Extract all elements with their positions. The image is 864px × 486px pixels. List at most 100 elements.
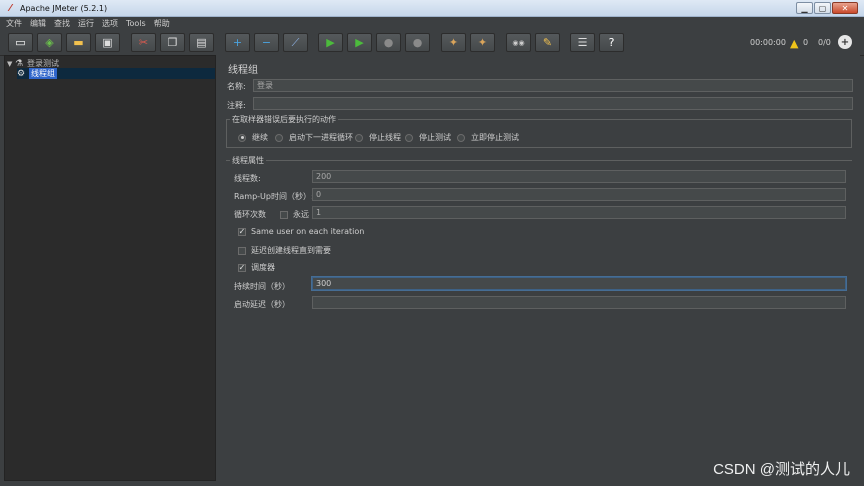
minimize-button[interactable]: ▁ bbox=[796, 2, 813, 14]
radio-stop-thread[interactable]: 停止线程 bbox=[355, 132, 401, 143]
stop-icon: ● bbox=[383, 36, 394, 49]
loop-count-label: 循环次数 bbox=[234, 210, 266, 219]
toolbar: 00:00:00 ▲ 0 0/0 + ▭ ◈ ▬ ▣ ✂ ❐ ▤ + − ⟋ ▶ ▶ ● ● ✦ ✦ ◉◉ ✎ ☰? bbox=[0, 29, 864, 56]
threads-field[interactable]: 200 bbox=[312, 170, 846, 183]
radio-button[interactable] bbox=[355, 133, 363, 142]
new-icon: ▭ bbox=[15, 36, 26, 49]
paste-button[interactable]: ▤ bbox=[189, 33, 214, 52]
templates-icon: ◈ bbox=[45, 36, 54, 49]
search-button[interactable]: ◉◉ bbox=[506, 33, 531, 52]
cut-icon: ✂ bbox=[138, 36, 149, 49]
stop-button[interactable]: ● bbox=[376, 33, 401, 52]
radio-continue[interactable]: 继续 bbox=[238, 132, 268, 143]
test-plan-tree[interactable]: ▼ ⚗ 登录测试 ⚙ 线程组 bbox=[4, 55, 216, 481]
checkbox-box[interactable] bbox=[238, 246, 246, 255]
sampler-error-action-title: 在取样器错误后要执行的动作 bbox=[230, 114, 338, 125]
menu-search[interactable]: 查找 bbox=[54, 18, 70, 29]
collapse-button[interactable]: − bbox=[254, 33, 279, 52]
startup-delay-label: 启动延迟（秒） bbox=[234, 300, 290, 309]
menu-run[interactable]: 运行 bbox=[78, 18, 94, 29]
start-button[interactable]: ▶ bbox=[318, 33, 343, 52]
scheduler-checkbox[interactable]: ✓ 调度器 bbox=[238, 262, 275, 273]
page-title: 线程组 bbox=[228, 65, 258, 76]
delay-thread-creation-checkbox[interactable]: 延迟创建线程直到需要 bbox=[238, 245, 331, 256]
function-helper-icon: ☰ bbox=[577, 36, 588, 49]
templates-button[interactable]: ◈ bbox=[37, 33, 62, 52]
checkbox-label: 永远 bbox=[293, 210, 309, 219]
close-button[interactable]: ✕ bbox=[832, 2, 858, 14]
save-button[interactable]: ▣ bbox=[95, 33, 120, 52]
paste-icon: ▤ bbox=[196, 36, 207, 49]
start-icon: ▶ bbox=[326, 36, 335, 49]
window-title: Apache JMeter (5.2.1) bbox=[20, 3, 108, 13]
reset-search-icon: ✎ bbox=[542, 36, 553, 49]
reset-search-button[interactable]: ✎ bbox=[535, 33, 560, 52]
radio-button[interactable] bbox=[238, 133, 246, 142]
help-button[interactable]: ? bbox=[599, 33, 624, 52]
warning-icon[interactable]: ▲ bbox=[790, 37, 798, 50]
thread-group-panel: 线程组 名称: 登录 注释: 在取样器错误后要执行的动作 继续 启动下一进程循环… bbox=[220, 55, 860, 481]
radio-label: 停止线程 bbox=[369, 133, 401, 142]
name-label: 名称: bbox=[227, 82, 246, 91]
expand-button[interactable]: + bbox=[225, 33, 250, 52]
rampup-field[interactable]: 0 bbox=[312, 188, 846, 201]
duration-field[interactable]: 300 bbox=[312, 277, 846, 290]
radio-button[interactable] bbox=[275, 133, 283, 142]
comment-label: 注释: bbox=[227, 101, 246, 110]
copy-button[interactable]: ❐ bbox=[160, 33, 185, 52]
function-helper-button[interactable]: ☰ bbox=[570, 33, 595, 52]
checkbox-box[interactable] bbox=[280, 210, 288, 219]
window-controls: ▁ ▢ ✕ bbox=[795, 2, 858, 14]
collapse-icon: − bbox=[261, 36, 272, 49]
radio-label: 立即停止测试 bbox=[471, 133, 519, 142]
start-no-pauses-button[interactable]: ▶ bbox=[347, 33, 372, 52]
clear-all-button[interactable]: ✦ bbox=[470, 33, 495, 52]
menu-tools[interactable]: Tools bbox=[126, 19, 146, 28]
comment-field[interactable] bbox=[253, 97, 853, 110]
maximize-button[interactable]: ▢ bbox=[814, 2, 831, 14]
name-field[interactable]: 登录 bbox=[253, 79, 853, 92]
checkmark-icon[interactable]: ✓ bbox=[238, 227, 246, 236]
shutdown-button[interactable]: ● bbox=[405, 33, 430, 52]
toggle-icon: ⟋ bbox=[291, 35, 300, 49]
checkmark-icon[interactable]: ✓ bbox=[238, 263, 246, 272]
menu-bar: 文件 编辑 查找 运行 选项 Tools 帮助 bbox=[0, 17, 864, 29]
radio-label: 启动下一进程循环 bbox=[289, 133, 353, 142]
tree-item-thread-group[interactable]: ⚙ 线程组 bbox=[17, 68, 215, 79]
copy-icon: ❐ bbox=[167, 36, 178, 49]
radio-start-next-loop[interactable]: 启动下一进程循环 bbox=[275, 132, 353, 143]
checkbox-label: 延迟创建线程直到需要 bbox=[251, 246, 331, 255]
menu-file[interactable]: 文件 bbox=[6, 18, 22, 29]
elapsed-timer: 00:00:00 bbox=[750, 38, 786, 47]
radio-label: 停止测试 bbox=[419, 133, 451, 142]
cut-button[interactable]: ✂ bbox=[131, 33, 156, 52]
thread-properties-title: 线程属性 bbox=[230, 155, 266, 166]
warning-count: 0 bbox=[803, 38, 809, 47]
new-button[interactable]: ▭ bbox=[8, 33, 33, 52]
radio-button[interactable] bbox=[457, 133, 465, 142]
radio-button[interactable] bbox=[405, 133, 413, 142]
radio-label: 继续 bbox=[252, 133, 268, 142]
tree-expand-icon[interactable]: ▼ bbox=[7, 60, 15, 68]
duration-label: 持续时间（秒） bbox=[234, 282, 290, 291]
clear-button[interactable]: ✦ bbox=[441, 33, 466, 52]
forever-checkbox[interactable]: 永远 bbox=[280, 209, 309, 220]
help-icon: ? bbox=[608, 36, 615, 49]
open-button[interactable]: ▬ bbox=[66, 33, 91, 52]
jmeter-feather-icon: ⁄ bbox=[9, 2, 12, 14]
loop-count-field[interactable]: 1 bbox=[312, 206, 846, 219]
menu-help[interactable]: 帮助 bbox=[154, 18, 170, 29]
remote-engines-icon[interactable]: + bbox=[838, 35, 852, 49]
radio-stop-test-now[interactable]: 立即停止测试 bbox=[457, 132, 519, 143]
window-title-bar: ⁄ Apache JMeter (5.2.1) ▁ ▢ ✕ bbox=[0, 0, 864, 17]
startup-delay-field[interactable] bbox=[312, 296, 846, 309]
menu-edit[interactable]: 编辑 bbox=[30, 18, 46, 29]
tree-item-label: 线程组 bbox=[29, 68, 57, 79]
open-icon: ▬ bbox=[73, 36, 84, 49]
menu-options[interactable]: 选项 bbox=[102, 18, 118, 29]
test-plan-icon: ⚗ bbox=[15, 58, 24, 69]
radio-stop-test[interactable]: 停止测试 bbox=[405, 132, 451, 143]
same-user-checkbox[interactable]: ✓ Same user on each iteration bbox=[238, 227, 364, 236]
toggle-button[interactable]: ⟋ bbox=[283, 33, 308, 52]
clear-icon: ✦ bbox=[448, 36, 459, 49]
